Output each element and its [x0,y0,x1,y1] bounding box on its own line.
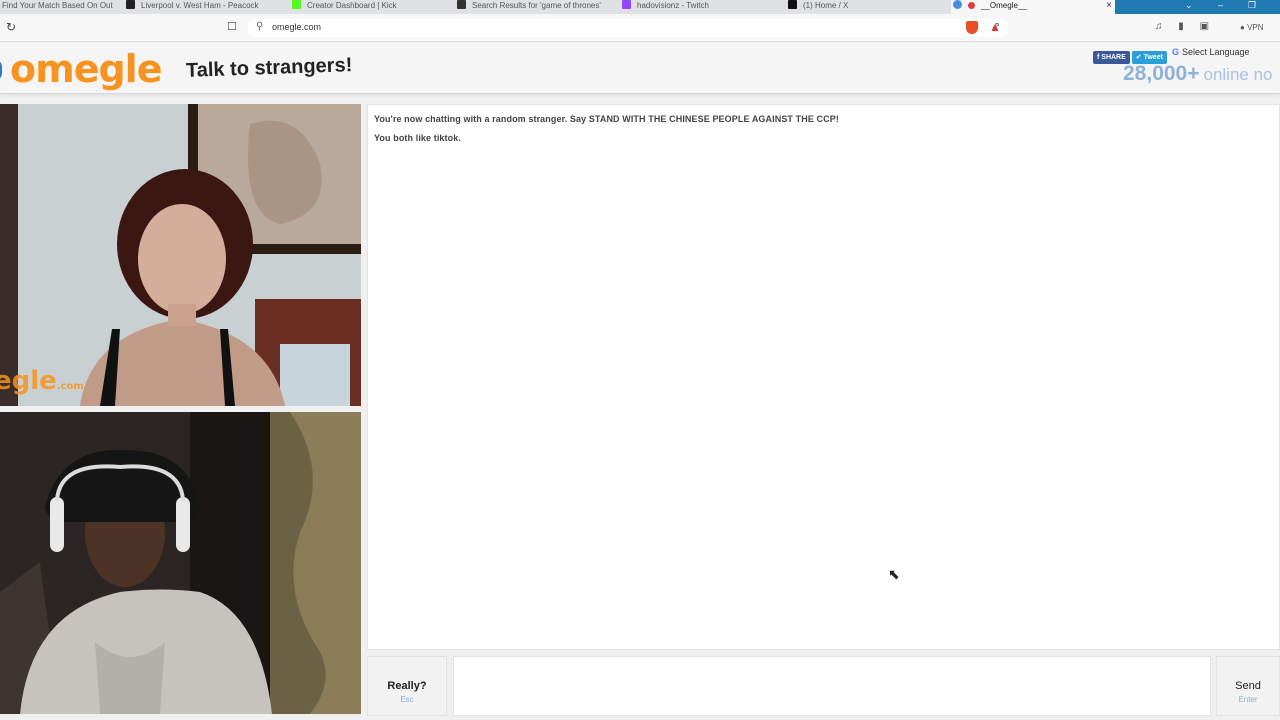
self-video-frame [0,412,361,714]
language-selector[interactable]: G Select Language [1172,46,1250,59]
chat-controls: Really? Esc Send Enter [367,656,1280,716]
peacock-icon [126,0,135,9]
address-bar[interactable]: ⚲ omegle.com ■ ⇗ [248,19,1008,37]
stranger-video-frame [0,104,361,406]
system-message: You're now chatting with a random strang… [374,114,839,124]
tab-omegle[interactable]: __Omegle__ × [951,0,1116,14]
message-input[interactable] [453,656,1211,716]
self-video [0,412,361,714]
tab-x[interactable]: (1) Home / X [786,0,946,14]
brave-shields-icon[interactable] [966,21,978,34]
tagline: Talk to strangers! [185,54,353,82]
media-icon[interactable]: ♫ [1155,21,1163,32]
send-button[interactable]: Send Enter [1216,656,1280,716]
bookmark-icon[interactable]: ☐ [227,20,237,33]
brave-rewards-icon[interactable]: ▲ [989,20,1001,34]
window-controls: ⌄ – ❐ [1115,0,1280,14]
vpn-button[interactable]: ● VPN [1240,23,1264,32]
browser-toolbar: ↻ ☐ ⚲ omegle.com ■ ⇗ ▲ ♫ ▮ ▣ ● VPN [0,14,1280,42]
tab-peacock[interactable]: Liverpool v. West Ham - Peacock [124,0,284,14]
reload-icon[interactable]: ↻ [6,20,16,34]
kick-icon [292,0,301,9]
restore-icon[interactable]: ❐ [1248,0,1256,11]
stranger-video: egle.com [0,104,361,406]
site-info-icon[interactable]: ⚲ [256,21,263,32]
x-icon [788,0,797,9]
online-count: 28,000+ online no [1123,62,1273,85]
close-tab-icon[interactable]: × [1106,0,1112,11]
minimize-icon[interactable]: – [1218,0,1223,11]
tab-kick[interactable]: Creator Dashboard | Kick [290,0,450,14]
tab-match[interactable]: Find Your Match Based On Out [0,0,120,14]
common-interest-message: You both like tiktok. [374,133,461,143]
url-text: omegle.com [272,22,322,32]
omegle-logo[interactable]: omegle [0,47,162,91]
google-icon: G [1171,47,1179,57]
chat-log[interactable]: You're now chatting with a random strang… [367,104,1280,650]
tab-search-results[interactable]: Search Results for 'game of thrones' [455,0,615,14]
mouse-pointer-icon: ⬉ [888,566,900,582]
wallet-icon[interactable]: ▣ [1200,21,1209,32]
omegle-watermark: egle.com [0,366,84,396]
social-bar: f SHARE ✔ TweetG Select Language [1093,46,1250,64]
stop-button[interactable]: Really? Esc [367,656,447,716]
omegle-tab-icon [953,0,962,9]
browser-tab-strip: Find Your Match Based On Out Liverpool v… [0,0,1280,14]
chevron-down-icon[interactable]: ⌄ [1185,0,1193,11]
recording-icon [968,2,975,9]
site-icon [457,0,466,9]
logo-bubble-icon [0,59,2,81]
omegle-header: omegle Talk to strangers! f SHARE ✔ Tweet… [0,43,1280,94]
twitch-icon [622,0,631,9]
sidebar-icon[interactable]: ▮ [1178,21,1184,32]
tab-twitch[interactable]: hadovisionz - Twitch [620,0,780,14]
